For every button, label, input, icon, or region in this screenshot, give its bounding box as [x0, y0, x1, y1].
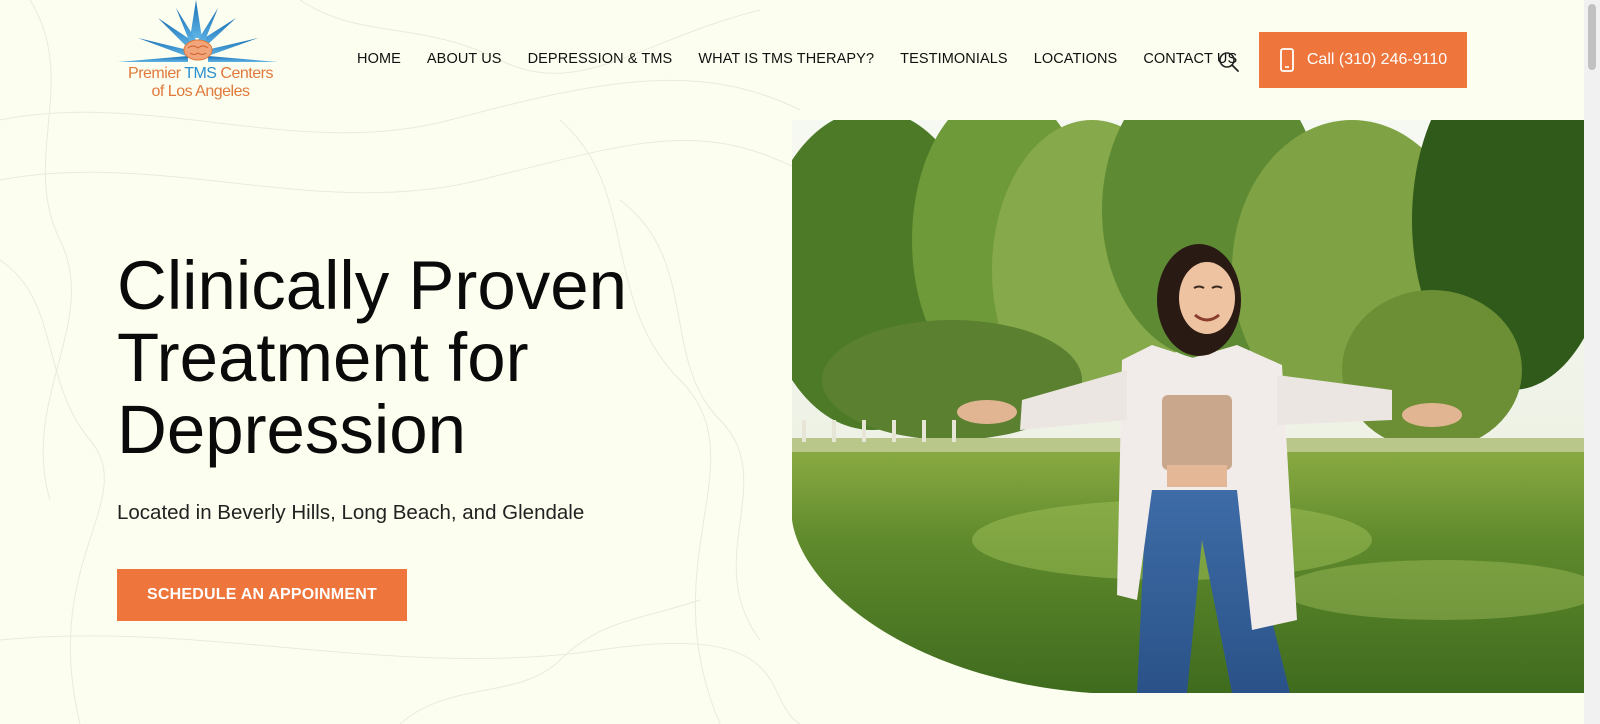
nav-item-testimonials[interactable]: TESTIMONIALS [900, 51, 1008, 67]
scrollbar[interactable] [1584, 0, 1600, 724]
hero-title: Clinically Proven Treatment for Depressi… [117, 250, 717, 466]
nav-item-about-us[interactable]: ABOUT US [427, 51, 502, 67]
call-button-label: Call (310) 246-9110 [1306, 51, 1448, 68]
site-logo[interactable]: Premier TMS Centers of Los Angeles [118, 0, 283, 104]
main-nav: HOME ABOUT US DEPRESSION & TMS WHAT IS T… [357, 51, 1263, 67]
logo-text-premier: Premier [128, 65, 185, 82]
nav-item-what-is-tms[interactable]: WHAT IS TMS THERAPY? [698, 51, 874, 67]
search-button[interactable] [1218, 51, 1240, 73]
hero-title-line2: Treatment for [117, 319, 529, 396]
hero-title-line1: Clinically Proven [117, 247, 628, 324]
logo-text-location: of Los Angeles [151, 83, 250, 100]
schedule-appointment-button[interactable]: SCHEDULE AN APPOINMENT [117, 569, 407, 621]
hero-image [792, 120, 1584, 693]
call-button[interactable]: Call (310) 246-9110 [1259, 32, 1467, 88]
nav-item-depression-tms[interactable]: DEPRESSION & TMS [528, 51, 673, 67]
logo-text-tms: TMS [184, 65, 217, 82]
scrollbar-thumb[interactable] [1588, 4, 1596, 70]
nav-item-home[interactable]: HOME [357, 51, 401, 67]
starburst-brain-icon [118, 0, 278, 62]
logo-text-centers: Centers [216, 65, 273, 82]
phone-icon [1279, 48, 1294, 72]
search-icon [1219, 52, 1239, 72]
hero-subtitle: Located in Beverly Hills, Long Beach, an… [117, 501, 585, 524]
page: Premier TMS Centers of Los Angeles HOME … [0, 0, 1600, 724]
nav-item-locations[interactable]: LOCATIONS [1034, 51, 1118, 67]
hero-title-line3: Depression [117, 391, 467, 468]
